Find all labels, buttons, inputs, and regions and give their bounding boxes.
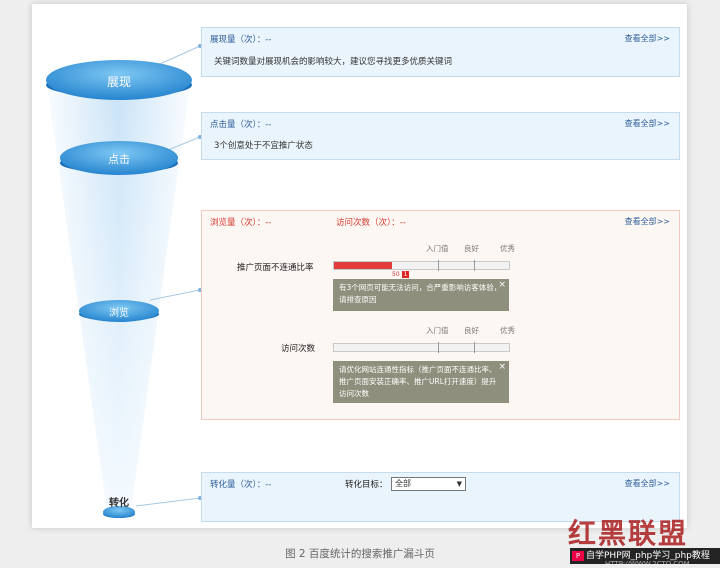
- threshold-entry-label: 入门值: [426, 326, 449, 335]
- visits-title: 访问次数（次）：--: [336, 218, 406, 228]
- browse-view-all-link[interactable]: 查看全部>>: [625, 216, 670, 227]
- disconnect-rate-tip-text: 有3个网页可能无法访问，合严重影响访客体验，请排查原因: [339, 283, 502, 304]
- visits-tooltip: 请优化网站连通性指标（推广页面不连通比率、推广页面安装正确率、推广URL打开速度…: [333, 361, 509, 403]
- watermark-url: HTTP://WWW.2CTO.COM: [605, 560, 690, 568]
- close-icon[interactable]: ×: [498, 361, 506, 373]
- threshold-good-label: 良好: [464, 326, 479, 335]
- threshold-good-label: 良好: [464, 244, 479, 253]
- impressions-suggestion: 关键词数量对展现机会的影响较大，建议您寻找更多优质关键词: [214, 57, 453, 67]
- chevron-down-icon: ▼: [456, 480, 462, 488]
- visits-bar: [333, 342, 510, 353]
- disconnect-rate-badge: 50 1: [392, 271, 410, 278]
- pageviews-title: 浏览量（次）：--: [210, 218, 272, 228]
- metric-label-visits: 访问次数: [281, 344, 316, 354]
- stage-label-impressions[interactable]: 展现: [94, 73, 144, 90]
- conversion-goal-label: 转化目标：: [345, 480, 388, 490]
- metric-label-disconnect-rate: 推广页面不连通比率: [237, 263, 314, 273]
- visits-tip-text: 请优化网站连通性指标（推广页面不连通比率、推广页面安装正确率、推广URL打开速度…: [339, 365, 497, 398]
- impressions-view-all-link[interactable]: 查看全部>>: [625, 33, 670, 44]
- disconnect-rate-tooltip: 有3个网页可能无法访问，合严重影响访客体验，请排查原因 ×: [333, 279, 509, 311]
- stage-label-browse[interactable]: 浏览: [94, 304, 144, 319]
- disconnect-rate-bar: [333, 260, 510, 271]
- badge-mark: 1: [401, 271, 410, 278]
- conversion-view-all-link[interactable]: 查看全部>>: [625, 478, 670, 489]
- threshold-entry-label: 入门值: [426, 244, 449, 253]
- watermark-logo: 红黑联盟: [568, 517, 689, 550]
- close-icon[interactable]: ×: [498, 279, 506, 291]
- stage-label-clicks[interactable]: 点击: [94, 151, 144, 167]
- impressions-panel: 展现量（次）：-- 查看全部>> 关键词数量对展现机会的影响较大，建议您寻找更多…: [201, 27, 680, 77]
- impressions-title: 展现量（次）：--: [210, 35, 272, 45]
- bar-tick: [438, 260, 439, 271]
- clicks-panel: 点击量（次）：-- 查看全部>> 3个创意处于不宜推广状态: [201, 112, 680, 160]
- disconnect-rate-bar-fill: [334, 262, 392, 269]
- browse-panel: 浏览量（次）：-- 访问次数（次）：-- 查看全部>> 入门值 良好 优秀 推广…: [201, 210, 680, 420]
- bar-tick: [474, 342, 475, 353]
- threshold-excellent-label: 优秀: [500, 326, 515, 335]
- threshold-excellent-label: 优秀: [500, 244, 515, 253]
- bar-tick: [438, 342, 439, 353]
- clicks-suggestion: 3个创意处于不宜推广状态: [214, 141, 313, 151]
- clicks-view-all-link[interactable]: 查看全部>>: [625, 118, 670, 129]
- badge-value: 50: [392, 271, 400, 278]
- clicks-title: 点击量（次）：--: [210, 120, 272, 130]
- conversion-title: 转化量（次）：--: [210, 480, 272, 490]
- stage-label-conversion[interactable]: 转化: [94, 494, 144, 509]
- php-logo-icon: P: [572, 550, 584, 561]
- bar-tick: [474, 260, 475, 271]
- conversion-goal-select[interactable]: 全部 ▼: [391, 477, 466, 491]
- conversion-goal-value: 全部: [395, 479, 411, 488]
